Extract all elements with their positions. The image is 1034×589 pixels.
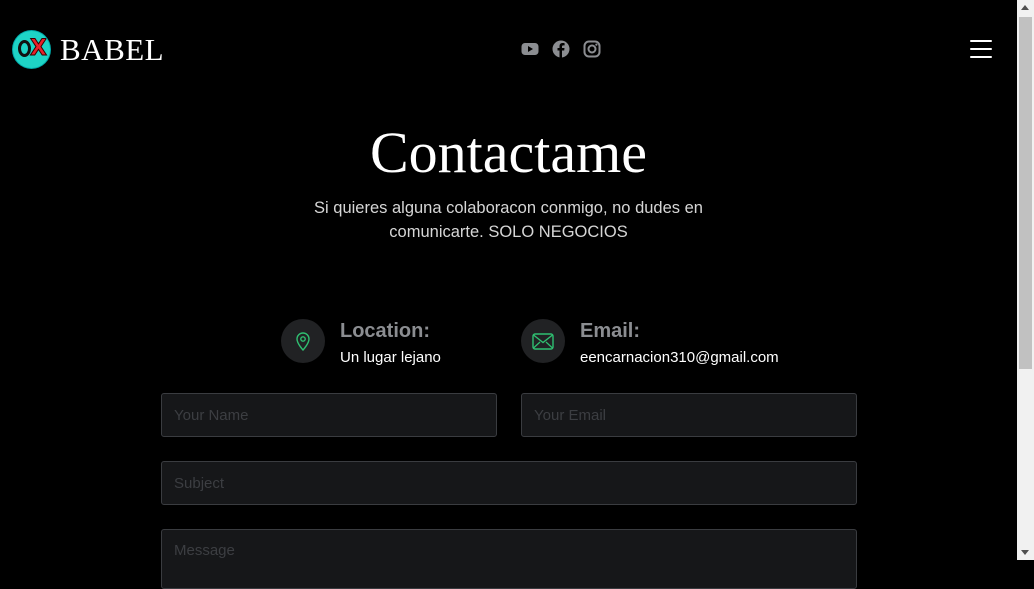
hamburger-menu-icon[interactable] <box>970 40 992 60</box>
social-links <box>521 40 601 58</box>
scroll-up-arrow-icon[interactable] <box>1021 5 1029 10</box>
brand-name: BABEL <box>60 31 165 67</box>
facebook-icon[interactable] <box>552 40 570 58</box>
brand-logo[interactable]: X BABEL <box>13 31 164 68</box>
email-info: Email: eencarnacion310@gmail.com <box>521 319 779 367</box>
site-header: X BABEL <box>0 0 1017 100</box>
logo-badge-icon: X <box>13 31 50 68</box>
page-title: Contactame <box>369 120 647 185</box>
name-input[interactable] <box>161 393 497 437</box>
youtube-icon[interactable] <box>521 40 539 58</box>
scroll-down-arrow-icon[interactable] <box>1021 550 1029 555</box>
location-info: Location: Un lugar lejano <box>281 319 441 367</box>
email-value[interactable]: eencarnacion310@gmail.com <box>580 349 779 367</box>
page-subtitle: Si quieres alguna colaboracon conmigo, n… <box>314 199 703 241</box>
logo-x-glyph: X <box>30 36 48 62</box>
location-icon-circle <box>281 319 325 363</box>
message-textarea[interactable] <box>161 529 857 589</box>
subject-input[interactable] <box>161 461 857 505</box>
email-icon-circle <box>521 319 565 363</box>
email-label: Email: <box>580 320 641 342</box>
envelope-icon <box>532 332 554 350</box>
map-pin-icon <box>296 332 310 351</box>
email-input[interactable] <box>521 393 857 437</box>
location-value: Un lugar lejano <box>340 349 441 366</box>
location-label: Location: <box>340 320 430 342</box>
scrollbar-thumb[interactable] <box>1019 17 1032 369</box>
instagram-icon[interactable] <box>583 40 601 58</box>
page-scrollbar[interactable] <box>1017 0 1034 560</box>
